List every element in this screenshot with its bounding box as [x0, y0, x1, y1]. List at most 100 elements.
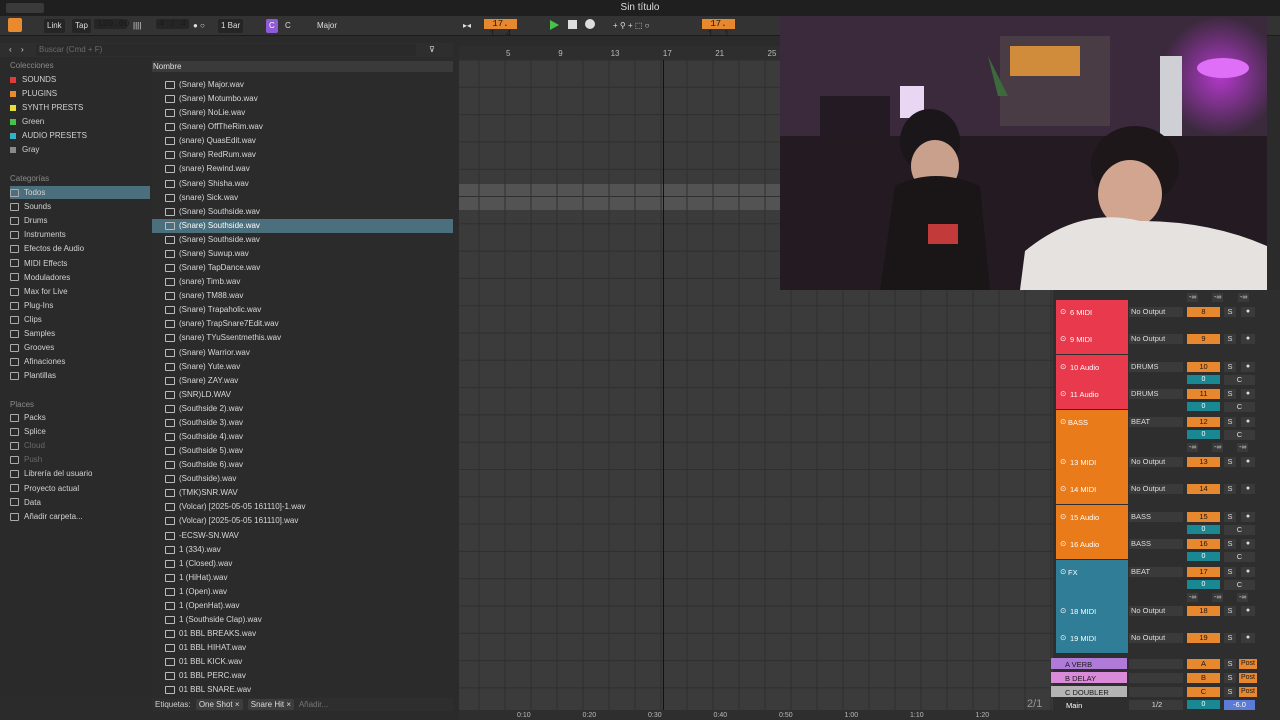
category-item[interactable]: Instruments	[10, 228, 150, 241]
forward-icon[interactable]: ›	[18, 43, 27, 57]
file-item[interactable]: (Southside 5).wav	[152, 444, 453, 458]
record-icon[interactable]	[585, 19, 595, 29]
pan-value[interactable]: 0	[1187, 552, 1220, 561]
arm-icon[interactable]: ●	[1241, 417, 1255, 427]
file-item[interactable]: 1 (Southside Clap).wav	[152, 613, 453, 627]
back-icon[interactable]: ‹	[6, 43, 15, 57]
pan-value[interactable]: 0	[1187, 525, 1220, 534]
arm-icon[interactable]: ●	[1241, 539, 1255, 549]
track-fold-icon[interactable]: ⊙	[1060, 633, 1066, 642]
solo-button[interactable]: S	[1224, 539, 1236, 549]
file-item[interactable]: (Snare) ZAY.wav	[152, 374, 453, 388]
file-item[interactable]: (Volcar) [2025-05-05 161110]-1.wav	[152, 500, 453, 514]
file-item[interactable]: 1 (Open).wav	[152, 585, 453, 599]
file-item[interactable]: (TMK)SNR.WAV	[152, 486, 453, 500]
place-item[interactable]: Splice	[10, 425, 150, 438]
track-number-button[interactable]: 15	[1187, 512, 1220, 522]
cue-button[interactable]: C	[1224, 402, 1255, 412]
arm-icon[interactable]: ●	[1241, 334, 1255, 344]
track-number-button[interactable]: 16	[1187, 539, 1220, 549]
file-item[interactable]: (Snare) Warrior.wav	[152, 346, 453, 360]
arrangement-tools-icon[interactable]: + ⚲ + ⬚ ○	[610, 19, 652, 33]
tag-one-shot[interactable]: One Shot ×	[195, 699, 243, 710]
place-item[interactable]: Proyecto actual	[10, 482, 150, 495]
output-select[interactable]	[1129, 659, 1183, 669]
track-number-button[interactable]: 18	[1187, 606, 1220, 616]
file-item[interactable]: (SNR)LD.WAV	[152, 388, 453, 402]
solo-button[interactable]: S	[1224, 417, 1236, 427]
category-item[interactable]: Grooves	[10, 341, 150, 354]
song-position[interactable]: 17. 1. 4	[484, 19, 517, 39]
collection-audio-presets[interactable]: AUDIO PRESETS	[10, 129, 150, 142]
output-select[interactable]	[1129, 673, 1183, 683]
loop-start-position[interactable]: 17. 1. 1	[702, 19, 735, 39]
track-header[interactable]	[1056, 410, 1128, 450]
scale-select[interactable]: Major	[314, 19, 340, 33]
browser-search-input[interactable]: Buscar (Cmd + F)	[36, 44, 416, 56]
tag-snare-hit[interactable]: Snare Hit ×	[247, 699, 295, 710]
output-select[interactable]: BEAT	[1129, 417, 1183, 427]
track-fold-icon[interactable]: ⊙	[1060, 334, 1066, 343]
output-select[interactable]: DRUMS	[1129, 389, 1183, 399]
place-item[interactable]: Packs	[10, 411, 150, 424]
cue-button[interactable]: C	[1224, 580, 1255, 590]
file-item[interactable]: (Southside 6).wav	[152, 458, 453, 472]
file-item[interactable]: (Snare) Shisha.wav	[152, 177, 453, 191]
place-item[interactable]: Data	[10, 496, 150, 509]
pan-value[interactable]: 0	[1187, 375, 1220, 384]
track-fold-icon[interactable]: ⊙	[1060, 606, 1066, 615]
pan-value[interactable]: 0	[1187, 580, 1220, 589]
file-item[interactable]: (Snare) Southside.wav	[152, 233, 453, 247]
output-select[interactable]: BASS	[1129, 539, 1183, 549]
arm-icon[interactable]: ●	[1241, 484, 1255, 494]
file-item[interactable]: (Snare) TapDance.wav	[152, 261, 453, 275]
file-item[interactable]: (Snare) OffTheRim.wav	[152, 120, 453, 134]
track-number-button[interactable]: 10	[1187, 362, 1220, 372]
output-select[interactable]: No Output	[1129, 457, 1183, 467]
file-item[interactable]: (Snare) Southside.wav	[152, 218, 453, 233]
time-ruler[interactable]: 0:10 0:20 0:30 0:40 0:50 1:00 1:10 1:20	[459, 710, 1053, 720]
key-badge[interactable]: C	[266, 19, 278, 33]
category-item[interactable]: Plug-Ins	[10, 299, 150, 312]
track-fold-icon[interactable]: ⊙	[1060, 512, 1066, 521]
track-number-button[interactable]: 19	[1187, 633, 1220, 643]
category-item[interactable]: Efectos de Audio	[10, 242, 150, 255]
collection-sounds[interactable]: SOUNDS	[10, 73, 150, 86]
file-item[interactable]: (snare) TM88.wav	[152, 289, 453, 303]
file-item[interactable]: 1 (334).wav	[152, 543, 453, 557]
track-fold-icon[interactable]: ⊙	[1060, 567, 1066, 576]
place-item[interactable]: Añadir carpeta...	[10, 510, 150, 523]
app-logo-icon[interactable]	[8, 18, 22, 32]
file-item[interactable]: (Snare) RedRum.wav	[152, 148, 453, 162]
file-item[interactable]: (Snare) Yute.wav	[152, 360, 453, 374]
track-fold-icon[interactable]: ⊙	[1060, 362, 1066, 371]
main-pan-value[interactable]: 0	[1187, 700, 1220, 709]
tags-add-input[interactable]: Añadir...	[299, 700, 328, 709]
place-item[interactable]: Librería del usuario	[10, 467, 150, 480]
file-item[interactable]: (Snare) Major.wav	[152, 78, 453, 92]
track-fold-icon[interactable]: ⊙	[1060, 307, 1066, 316]
main-output-select[interactable]: 1/2	[1129, 700, 1183, 710]
category-item[interactable]: Afinaciones	[10, 355, 150, 368]
file-item[interactable]: (snare) TrapSnare7Edit.wav	[152, 317, 453, 331]
category-item[interactable]: Max for Live	[10, 285, 150, 298]
file-item[interactable]: (Southside).wav	[152, 472, 453, 486]
arm-icon[interactable]: ●	[1241, 606, 1255, 616]
quantize-select[interactable]: 1 Bar	[218, 19, 244, 33]
track-fold-icon[interactable]: ⊙	[1060, 484, 1066, 493]
file-item[interactable]: 1 (OpenHat).wav	[152, 599, 453, 613]
solo-button[interactable]: S	[1224, 633, 1236, 643]
record-mode-icon[interactable]: ● ○	[190, 19, 208, 33]
output-select[interactable]: No Output	[1129, 334, 1183, 344]
solo-button[interactable]: S	[1224, 687, 1236, 697]
window-controls[interactable]	[6, 3, 44, 13]
category-item[interactable]: Sounds	[10, 200, 150, 213]
solo-button[interactable]: S	[1224, 512, 1236, 522]
file-item[interactable]: (snare) Sick.wav	[152, 191, 453, 205]
tempo-field[interactable]: 120.00	[94, 19, 129, 29]
file-item[interactable]: 01 BBL BREAKS.wav	[152, 627, 453, 641]
cue-button[interactable]: C	[1224, 375, 1255, 385]
play-icon[interactable]	[550, 20, 559, 30]
category-item[interactable]: Plantillas	[10, 369, 150, 382]
file-item[interactable]: (snare) Rewind.wav	[152, 162, 453, 176]
